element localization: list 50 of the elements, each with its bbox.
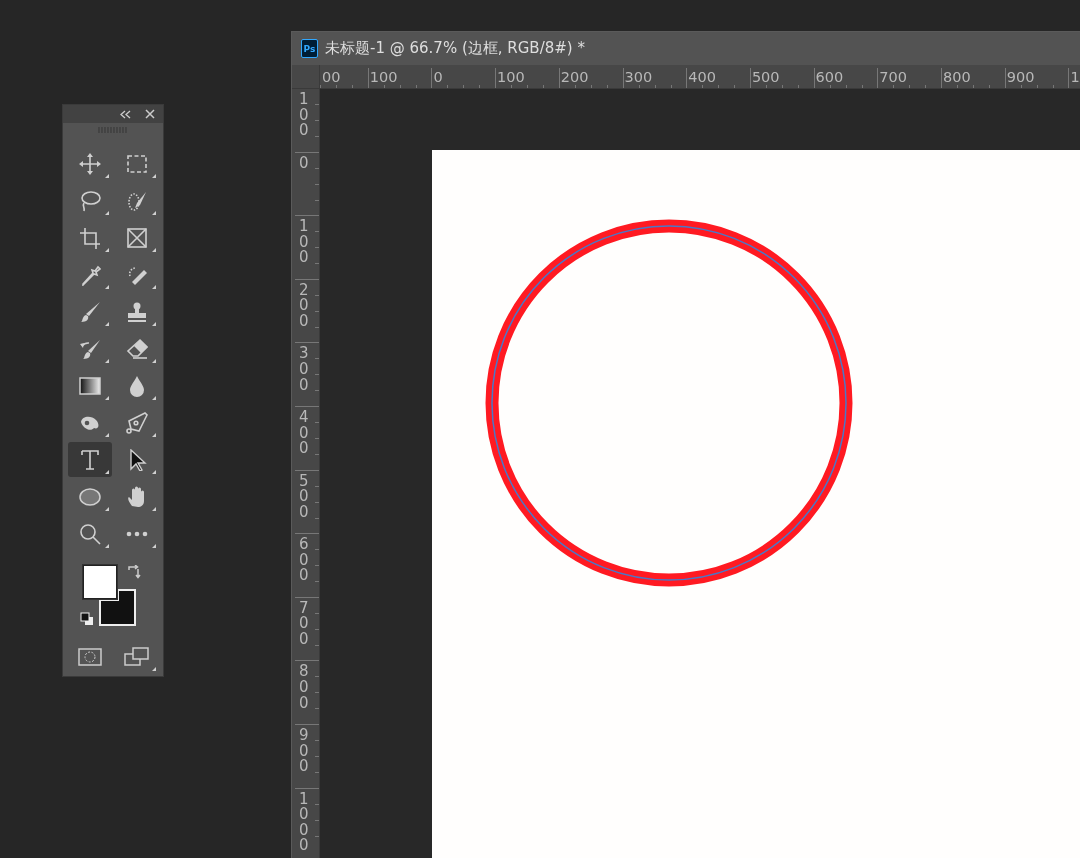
ruler-label: 800 <box>299 664 310 712</box>
eraser-icon <box>125 337 148 360</box>
foreground-color-swatch[interactable] <box>83 565 117 599</box>
brush-icon <box>78 300 101 323</box>
ruler-label: 600 <box>299 537 310 584</box>
ruler-label: 700 <box>299 600 310 648</box>
frame-icon <box>125 226 148 249</box>
ruler-label: 00 <box>322 68 341 86</box>
history-brush-icon <box>78 337 101 360</box>
ruler-label: 900 <box>299 728 310 775</box>
tool-button[interactable] <box>67 442 112 477</box>
ruler-label: 500 <box>751 68 780 86</box>
ruler-label: 100 <box>299 92 310 139</box>
ruler-label: 100 <box>369 68 398 86</box>
crop-icon <box>78 226 101 249</box>
ruler-label: 200 <box>560 68 589 86</box>
pen-nib-icon <box>125 411 148 434</box>
default-colors-icon[interactable] <box>80 612 94 626</box>
ruler-label: 700 <box>879 68 907 86</box>
gradient-icon <box>78 374 101 397</box>
dashed-rectangle-icon <box>125 152 148 175</box>
ruler-label: 200 <box>299 282 310 330</box>
ruler-label: 1000 <box>299 791 310 854</box>
stamp-icon <box>125 300 148 323</box>
ruler-label: 100 <box>299 219 310 266</box>
move-arrows-icon <box>78 152 101 175</box>
ruler-label: 300 <box>299 346 310 394</box>
ruler-label: 600 <box>815 68 844 86</box>
ruler-label: 800 <box>943 68 971 86</box>
swap-arrows-icon[interactable] <box>127 565 141 579</box>
ruler-label: 300 <box>624 68 653 86</box>
ruler-label: 0 <box>299 155 310 172</box>
ruler-label: 400 <box>299 410 310 457</box>
close-icon[interactable] <box>145 109 155 119</box>
screen-mode-icon <box>123 646 150 667</box>
document-title: 未标题-1 @ 66.7% (边框, RGB/8#) * <box>325 39 585 58</box>
ellipse-icon <box>78 485 101 508</box>
ruler-label: 0 <box>433 68 443 86</box>
ruler-label: 900 <box>1006 68 1035 86</box>
search-icon <box>78 522 101 545</box>
ruler-label: 500 <box>299 473 310 521</box>
app-badge: Ps <box>301 39 318 58</box>
ruler-label: 400 <box>688 68 716 86</box>
collapse-icon[interactable] <box>120 109 131 119</box>
more-icon <box>125 530 148 537</box>
quick-mask-icon <box>77 647 102 666</box>
type-tool-icon <box>78 448 101 471</box>
ruler-label: 1 <box>1070 68 1080 86</box>
lasso-icon <box>78 189 101 212</box>
ruler-label: 100 <box>497 68 525 86</box>
